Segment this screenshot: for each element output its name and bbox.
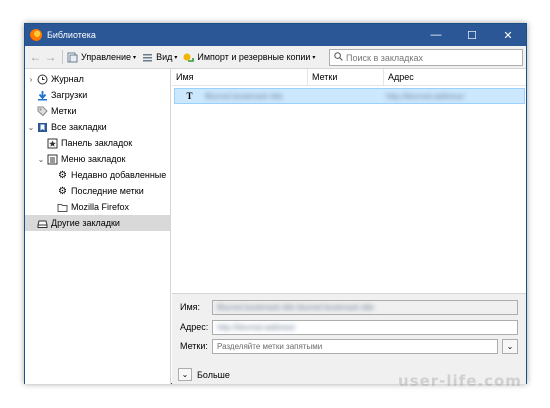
sidebar-item-label: Загрузки [51,90,88,100]
clock-icon [37,74,48,85]
column-header-name[interactable]: Имя [172,69,308,86]
tag-icon [37,106,48,117]
toolbar: ← → Управление ▾ Вид ▾ Импорт и резервные … [25,46,526,69]
bookmark-list: Имя Метки Адрес T Blurred bookmark title… [172,69,526,293]
manage-icon [67,52,78,63]
more-label: Больше [197,369,230,380]
download-icon [37,90,48,101]
window-controls: — ☐ ✕ [418,24,526,46]
chevron-down-icon[interactable]: ⌄ [178,368,192,381]
sidebar-item-label: Последние метки [71,186,144,196]
chevron-down-icon: ▾ [174,54,178,61]
name-value: Blurred bookmark title blurred bookmark … [217,303,374,312]
chevron-down-icon: ▾ [133,54,137,61]
sidebar-item-recently-added[interactable]: ⚙ Недавно добавленные [47,167,166,183]
sidebar-item-tags[interactable]: Метки [27,103,76,119]
chevron-down-icon: ⌄ [506,342,514,351]
minimize-button[interactable]: — [418,24,454,46]
toolbar-icon [47,138,58,149]
manage-label: Управление [81,52,132,62]
gear-icon: ⚙ [58,169,67,181]
firefox-logo-icon [30,29,42,41]
address-field[interactable]: http://blurred-address/ [212,320,518,335]
maximize-button[interactable]: ☐ [454,24,490,46]
column-header-tags[interactable]: Метки [308,69,384,86]
title-bar[interactable]: Библиотека — ☐ ✕ [25,24,526,46]
name-field[interactable]: Blurred bookmark title blurred bookmark … [212,300,518,315]
search-box[interactable] [329,49,523,66]
sidebar-tree: › Журнал Загрузки Метки ⌄ Все закладки П… [25,69,171,384]
sidebar-item-label: Панель закладок [61,138,133,148]
chevron-right-icon[interactable]: › [27,75,35,84]
bookmark-favicon-icon: T [186,91,193,101]
row-name: Blurred bookmark title [205,91,283,101]
tags-input[interactable] [217,342,497,351]
sidebar-item-mozilla-firefox[interactable]: Mozilla Firefox [47,199,129,215]
sidebar-item-bookmarks-menu[interactable]: ⌄ Меню закладок [37,151,125,167]
address-value: http://blurred-address/ [217,323,296,332]
watermark: user-life.com [398,372,522,390]
library-window: Библиотека — ☐ ✕ ← → Управление ▾ Вид ▾ Им [24,23,527,384]
gear-icon: ⚙ [58,185,67,197]
drive-icon [37,218,48,229]
name-label: Имя: [180,302,201,312]
sidebar-item-all-bookmarks[interactable]: ⌄ Все закладки [27,119,107,135]
search-icon [334,52,343,63]
sidebar-item-label: Другие закладки [51,218,120,228]
sidebar-item-label: Mozilla Firefox [71,202,130,212]
view-icon [142,52,153,63]
sidebar-item-label: Журнал [51,74,84,84]
sidebar-item-recent-tags[interactable]: ⚙ Последние метки [47,183,144,199]
row-address: http://blurred-address/ [386,91,465,101]
chevron-down-icon[interactable]: ⌄ [37,155,45,164]
import-icon [183,52,195,63]
tags-label: Метки: [180,341,208,351]
details-pane: Имя: Blurred bookmark title blurred book… [172,293,526,384]
view-label: Вид [156,52,173,62]
tags-field[interactable] [212,339,498,354]
chevron-down-icon[interactable]: ⌄ [27,123,35,132]
bookmarks-icon [37,122,48,133]
menu-icon [47,154,58,165]
sidebar-item-label: Метки [51,106,77,116]
sidebar-item-label: Недавно добавленные [71,170,167,180]
import-menu-button[interactable]: Импорт и резервные копии ▾ [183,48,315,66]
manage-menu-button[interactable]: Управление ▾ [67,48,136,66]
search-input[interactable] [346,52,516,63]
sidebar-item-label: Меню закладок [61,154,126,164]
sidebar-item-downloads[interactable]: Загрузки [27,87,87,103]
tags-dropdown-button[interactable]: ⌄ [502,339,518,354]
more-toggle[interactable]: ⌄ Больше [178,368,230,381]
sidebar-item-bookmarks-toolbar[interactable]: Панель закладок [37,135,132,151]
table-row[interactable]: T Blurred bookmark title http://blurred-… [174,88,525,104]
view-menu-button[interactable]: Вид ▾ [142,48,177,66]
address-label: Адрес: [180,322,209,332]
sidebar-item-other-bookmarks[interactable]: Другие закладки [25,215,170,231]
forward-button[interactable]: → [43,48,58,66]
sidebar-item-history[interactable]: › Журнал [27,71,84,87]
sidebar-item-label: Все закладки [51,122,107,132]
window-title: Библиотека [47,30,96,40]
folder-icon [57,202,68,213]
import-label: Импорт и резервные копии [197,52,311,62]
column-header-address[interactable]: Адрес [384,69,526,86]
back-button[interactable]: ← [28,48,43,66]
toolbar-separator [62,50,63,64]
list-header: Имя Метки Адрес [172,69,526,86]
close-button[interactable]: ✕ [490,24,526,46]
chevron-down-icon: ▾ [312,54,316,61]
